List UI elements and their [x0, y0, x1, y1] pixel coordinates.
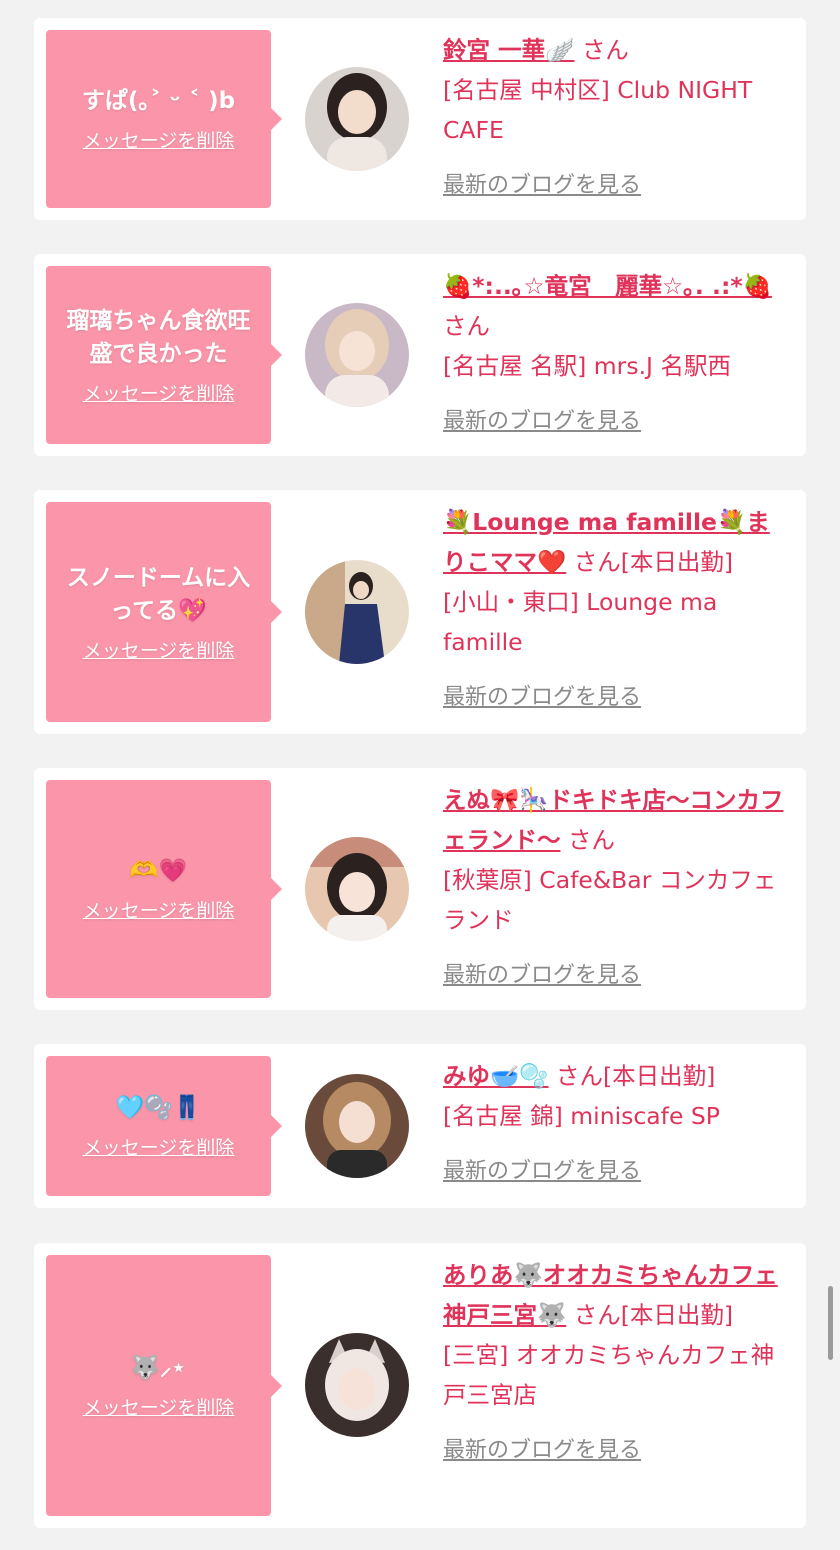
working-status: [本日出勤]: [603, 1062, 716, 1090]
name-line: ありあ🐺オオカミちゃんカフェ神戸三宮🐺 さん[本日出勤]: [443, 1255, 793, 1335]
delete-message-link[interactable]: メッセージを削除: [83, 1133, 235, 1160]
latest-blog-link[interactable]: 最新のブログを見る: [443, 1431, 641, 1471]
cast-info: 🍓*:..｡☆竜宮 麗華☆｡. .:*🍓 さん [名古屋 名駅] mrs.J 名…: [443, 266, 793, 442]
cast-info: ありあ🐺オオカミちゃんカフェ神戸三宮🐺 さん[本日出勤] [三宮] オオカミちゃ…: [443, 1255, 793, 1471]
message-bubble: 🩵🫧👖 メッセージを削除: [46, 1056, 282, 1196]
shop-info: [名古屋 中村区] Club NIGHT CAFE: [443, 76, 753, 144]
message-bubble: スノードームに入ってる💖 メッセージを削除: [46, 502, 282, 722]
message-bubble: 🐺⸝⋆ メッセージを削除: [46, 1255, 282, 1516]
shop-info: [名古屋 名駅] mrs.J 名駅西: [443, 352, 731, 380]
cast-name-link[interactable]: 🍓*:..｡☆竜宮 麗華☆｡. .:*🍓: [443, 272, 772, 300]
message-bubble: 🫶💗 メッセージを削除: [46, 780, 282, 998]
name-line: みゆ🥣🫧 さん[本日出勤]: [443, 1056, 793, 1096]
shop-info: [小山・東口] Lounge ma famille: [443, 588, 718, 656]
honorific: さん: [573, 548, 621, 576]
avatar[interactable]: [305, 560, 409, 664]
delete-message-link[interactable]: メッセージを削除: [83, 636, 235, 663]
name-line: 鈴宮 一華🪽 さん: [443, 30, 793, 70]
latest-blog-link[interactable]: 最新のブログを見る: [443, 678, 641, 718]
cast-info: みゆ🥣🫧 さん[本日出勤] [名古屋 錦] miniscafe SP 最新のブロ…: [443, 1056, 793, 1192]
latest-blog-link[interactable]: 最新のブログを見る: [443, 166, 641, 206]
favorite-card: すぱ(｡˃ ᵕ ˂ )b メッセージを削除 鈴宮 一華🪽 さん [名古屋 中村区…: [34, 18, 806, 220]
message-text: 🐺⸝⋆: [131, 1354, 186, 1381]
shop-info: [秋葉原] Cafe&Bar コンカフェランド: [443, 866, 777, 934]
working-status: [本日出勤]: [620, 1301, 734, 1329]
honorific: さん: [573, 1301, 621, 1329]
delete-message-link[interactable]: メッセージを削除: [83, 896, 235, 923]
avatar[interactable]: [305, 303, 409, 407]
message-bubble: すぱ(｡˃ ᵕ ˂ )b メッセージを削除: [46, 30, 282, 208]
name-line: えぬ🎀🎠ドキドキ店〜コンカフェランド〜 さん: [443, 780, 793, 860]
name-line: 💐Lounge ma famille💐まりこママ❤️ さん[本日出勤]: [443, 502, 793, 582]
delete-message-link[interactable]: メッセージを削除: [83, 1393, 235, 1420]
favorites-page: { "delete_label": "メッセージを削除", "blog_labe…: [0, 0, 840, 1550]
cast-info: 💐Lounge ma famille💐まりこママ❤️ さん[本日出勤] [小山・…: [443, 502, 793, 718]
shop-info: [名古屋 錦] miniscafe SP: [443, 1102, 720, 1130]
avatar[interactable]: [305, 1074, 409, 1178]
delete-message-link[interactable]: メッセージを削除: [83, 379, 235, 406]
latest-blog-link[interactable]: 最新のブログを見る: [443, 402, 641, 442]
avatar[interactable]: [305, 1333, 409, 1437]
favorite-card: 🫶💗 メッセージを削除 えぬ🎀🎠ドキドキ店〜コンカフェランド〜 さん [秋葉原]…: [34, 768, 806, 1010]
message-text: 🫶💗: [129, 858, 188, 884]
latest-blog-link[interactable]: 最新のブログを見る: [443, 1152, 641, 1192]
shop-info: [三宮] オオカミちゃんカフェ神戸三宮店: [443, 1341, 775, 1409]
message-text: 瑠璃ちゃん食欲旺盛で良かった: [66, 307, 251, 367]
honorific: さん: [556, 1062, 604, 1090]
message-bubble: 瑠璃ちゃん食欲旺盛で良かった メッセージを削除: [46, 266, 282, 444]
favorite-card: スノードームに入ってる💖 メッセージを削除 💐Lounge ma famille…: [34, 490, 806, 734]
working-status: [本日出勤]: [620, 548, 734, 576]
cast-name-link[interactable]: 鈴宮 一華🪽: [443, 36, 574, 64]
cast-name-link[interactable]: みゆ🥣🫧: [443, 1062, 549, 1090]
message-text: スノードームに入ってる💖: [66, 564, 251, 624]
scrollbar[interactable]: [828, 1286, 833, 1360]
avatar[interactable]: [305, 837, 409, 941]
latest-blog-link[interactable]: 最新のブログを見る: [443, 956, 641, 996]
cast-info: 鈴宮 一華🪽 さん [名古屋 中村区] Club NIGHT CAFE 最新のブ…: [443, 30, 793, 206]
favorite-card: 瑠璃ちゃん食欲旺盛で良かった メッセージを削除 🍓*:..｡☆竜宮 麗華☆｡. …: [34, 254, 806, 456]
cast-info: えぬ🎀🎠ドキドキ店〜コンカフェランド〜 さん [秋葉原] Cafe&Bar コン…: [443, 780, 793, 996]
delete-message-link[interactable]: メッセージを削除: [83, 126, 235, 153]
message-text: 🩵🫧👖: [115, 1095, 202, 1121]
avatar[interactable]: [305, 67, 409, 171]
message-text: すぱ(｡˃ ᵕ ˂ )b: [81, 88, 236, 114]
honorific: さん: [581, 36, 629, 64]
favorite-card: 🩵🫧👖 メッセージを削除 みゆ🥣🫧 さん[本日出勤] [名古屋 錦] minis…: [34, 1044, 806, 1208]
name-line: 🍓*:..｡☆竜宮 麗華☆｡. .:*🍓 さん: [443, 266, 793, 346]
honorific: さん: [443, 312, 490, 340]
favorite-card: 🐺⸝⋆ メッセージを削除 ありあ🐺オオカミちゃんカフェ神戸三宮🐺 さん[本日出勤…: [34, 1243, 806, 1528]
honorific: さん: [567, 826, 615, 854]
